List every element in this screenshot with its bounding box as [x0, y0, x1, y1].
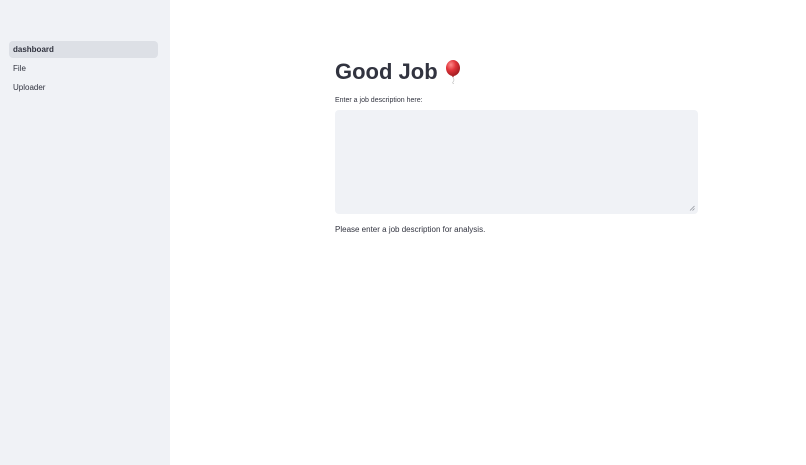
content-column: Good Job Enter a job description here: P… [335, 58, 699, 235]
main-content: Good Job Enter a job description here: P… [170, 0, 806, 465]
job-description-field-wrapper [335, 110, 698, 214]
balloon-icon [444, 60, 462, 85]
app-window: dashboard File Uploader Good Job Enter a… [0, 0, 806, 465]
resize-grip-icon[interactable] [689, 205, 695, 211]
page-title: Good Job [335, 58, 699, 86]
sidebar: dashboard File Uploader [0, 0, 170, 465]
sidebar-item-file[interactable]: File [9, 60, 158, 77]
page-title-text: Good Job [335, 59, 438, 84]
status-message: Please enter a job description for analy… [335, 225, 486, 234]
sidebar-item-uploader[interactable]: Uploader [9, 79, 158, 96]
sidebar-item-dashboard[interactable]: dashboard [9, 41, 158, 58]
job-description-label: Enter a job description here: [335, 97, 423, 104]
job-description-textarea[interactable] [335, 110, 698, 214]
sidebar-nav: dashboard File Uploader [9, 41, 158, 98]
